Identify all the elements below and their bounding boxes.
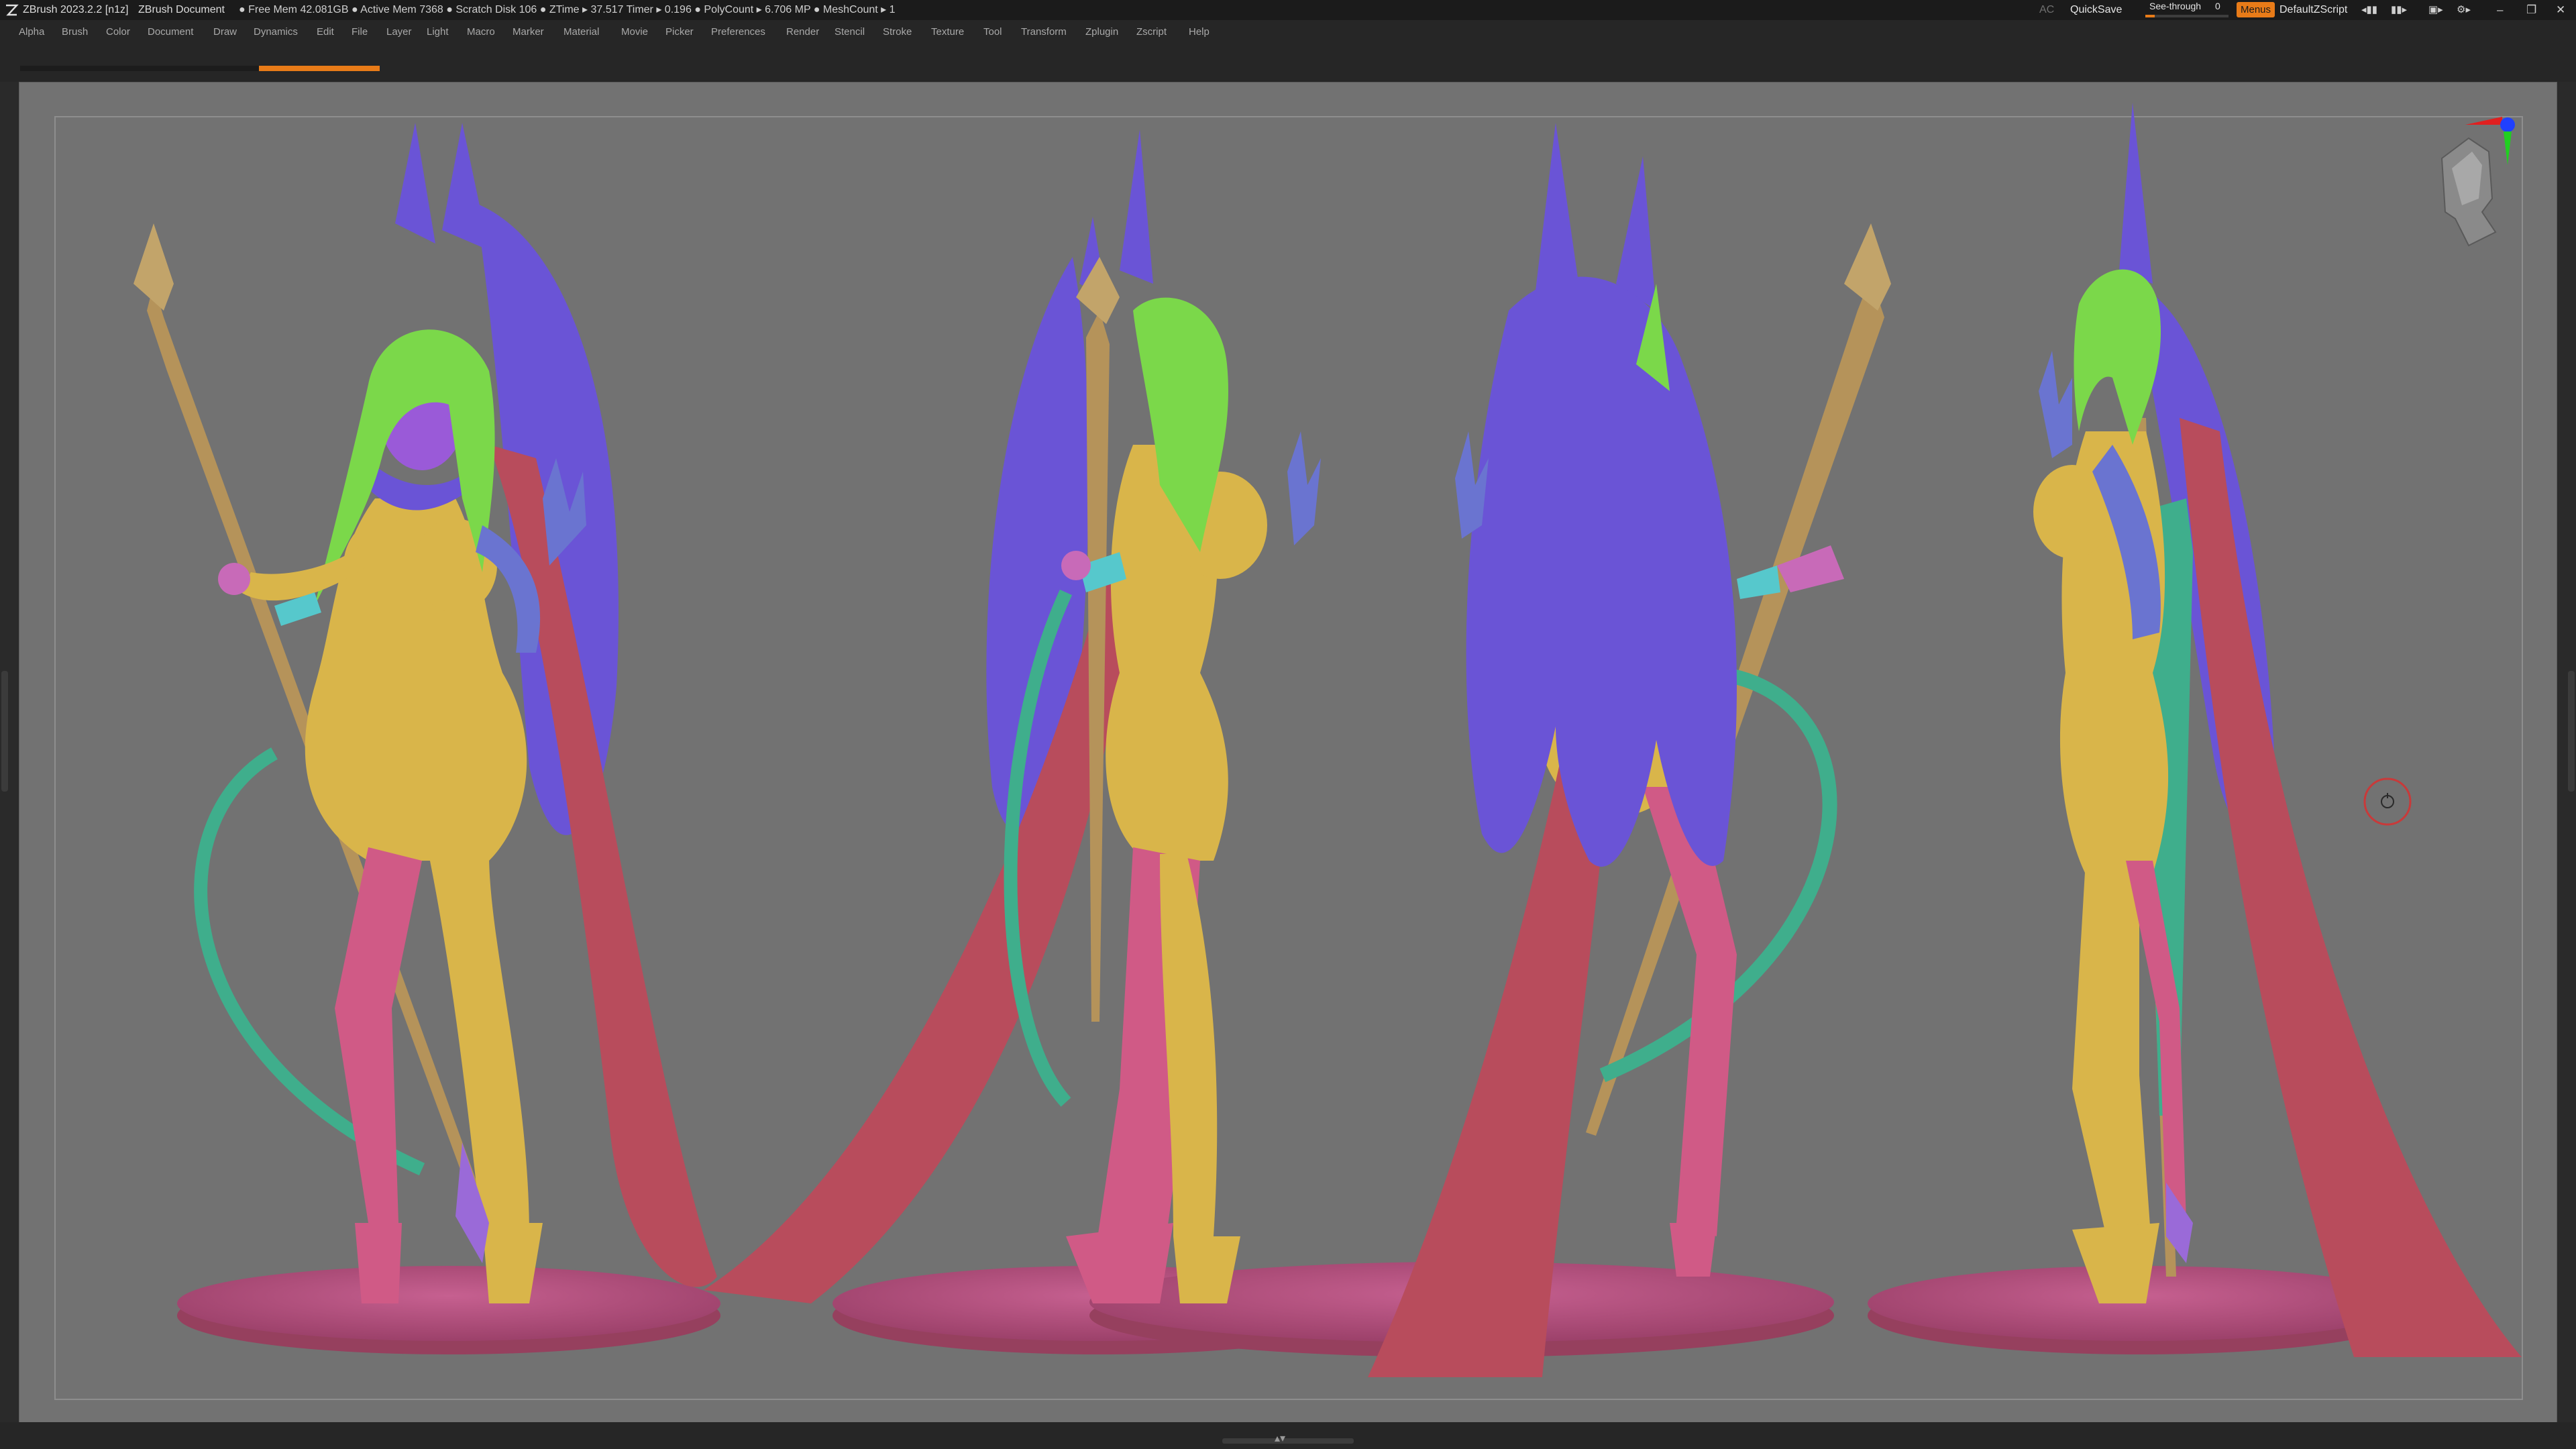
- menu-file[interactable]: File: [352, 20, 368, 44]
- restore-icon[interactable]: ❐: [2526, 0, 2536, 20]
- menu-brush[interactable]: Brush: [62, 20, 88, 44]
- close-icon[interactable]: ✕: [2556, 0, 2565, 20]
- figure-back-view: [1368, 123, 1891, 1377]
- menu-tool[interactable]: Tool: [983, 20, 1002, 44]
- navigation-head-icon[interactable]: [2415, 111, 2522, 252]
- see-through-label: See-through: [2149, 1, 2202, 11]
- menu-material[interactable]: Material: [564, 20, 599, 44]
- tab-track[interactable]: [20, 66, 259, 71]
- layout-left-icon[interactable]: ◂▮▮: [2361, 0, 2377, 20]
- default-zscript-button[interactable]: DefaultZScript: [2279, 0, 2347, 20]
- layout-presets-icon[interactable]: ▣▸: [2428, 0, 2443, 20]
- menu-light[interactable]: Light: [427, 20, 449, 44]
- menu-alpha[interactable]: Alpha: [19, 20, 44, 44]
- tray-toggle-icon[interactable]: ▴▾: [1275, 1432, 1285, 1445]
- menu-color[interactable]: Color: [106, 20, 130, 44]
- menu-help[interactable]: Help: [1189, 20, 1210, 44]
- see-through-fill: [2145, 15, 2155, 17]
- active-document-tab[interactable]: [259, 66, 380, 71]
- layout-right-icon[interactable]: ▮▮▸: [2391, 0, 2407, 20]
- menu-preferences[interactable]: Preferences: [711, 20, 765, 44]
- ac-label[interactable]: AC: [2039, 0, 2054, 20]
- menus-toggle-button[interactable]: Menus: [2237, 2, 2275, 17]
- zbrush-logo-icon[interactable]: [4, 3, 19, 17]
- rotate-cursor-icon: [2363, 777, 2412, 826]
- menu-transform[interactable]: Transform: [1021, 20, 1067, 44]
- ui-settings-icon[interactable]: ⚙▸: [2457, 0, 2471, 20]
- figure-front-view: [133, 123, 717, 1303]
- document-tab-strip: [0, 44, 2576, 82]
- bottom-tray-handle[interactable]: [1222, 1438, 1354, 1444]
- right-tray-handle[interactable]: [2568, 671, 2575, 792]
- menu-stencil[interactable]: Stencil: [835, 20, 865, 44]
- see-through-value: 0: [2215, 1, 2220, 11]
- minimize-icon[interactable]: –: [2497, 0, 2503, 20]
- character-turnaround-render: [133, 103, 2522, 1377]
- menu-stroke[interactable]: Stroke: [883, 20, 912, 44]
- quicksave-button[interactable]: QuickSave: [2070, 0, 2122, 20]
- see-through-slider[interactable]: See-through 0: [2145, 1, 2229, 19]
- menu-document[interactable]: Document: [148, 20, 193, 44]
- menu-zplugin[interactable]: Zplugin: [1085, 20, 1118, 44]
- menu-macro[interactable]: Macro: [467, 20, 495, 44]
- memory-stats: ● Free Mem 42.081GB ● Active Mem 7368 ● …: [239, 4, 896, 15]
- y-axis-icon: [2504, 131, 2512, 165]
- left-tray-handle[interactable]: [1, 671, 8, 792]
- menu-render[interactable]: Render: [786, 20, 819, 44]
- menu-movie[interactable]: Movie: [621, 20, 648, 44]
- menu-texture[interactable]: Texture: [931, 20, 964, 44]
- title-bar: ZBrush 2023.2.2 [n1z] ZBrush Document ● …: [0, 0, 2576, 21]
- menu-edit[interactable]: Edit: [317, 20, 334, 44]
- bottom-tray-bar: ▴▾: [0, 1422, 2576, 1449]
- menu-marker[interactable]: Marker: [513, 20, 544, 44]
- viewport-canvas[interactable]: [19, 82, 2557, 1424]
- menu-picker[interactable]: Picker: [665, 20, 694, 44]
- menu-layer[interactable]: Layer: [386, 20, 412, 44]
- app-title: ZBrush 2023.2.2 [n1z]: [23, 4, 129, 15]
- document-title: ZBrush Document: [138, 4, 225, 15]
- menu-dynamics[interactable]: Dynamics: [254, 20, 298, 44]
- menu-draw[interactable]: Draw: [213, 20, 237, 44]
- figure-side-view: [2033, 103, 2522, 1357]
- menu-zscript[interactable]: Zscript: [1136, 20, 1167, 44]
- figure-three-quarter-back: [704, 129, 1321, 1303]
- x-axis-icon: [2465, 117, 2502, 125]
- see-through-track[interactable]: [2145, 15, 2229, 17]
- main-menu-bar: Alpha Brush Color Document Draw Dynamics…: [0, 20, 2576, 44]
- z-axis-icon: [2500, 117, 2515, 132]
